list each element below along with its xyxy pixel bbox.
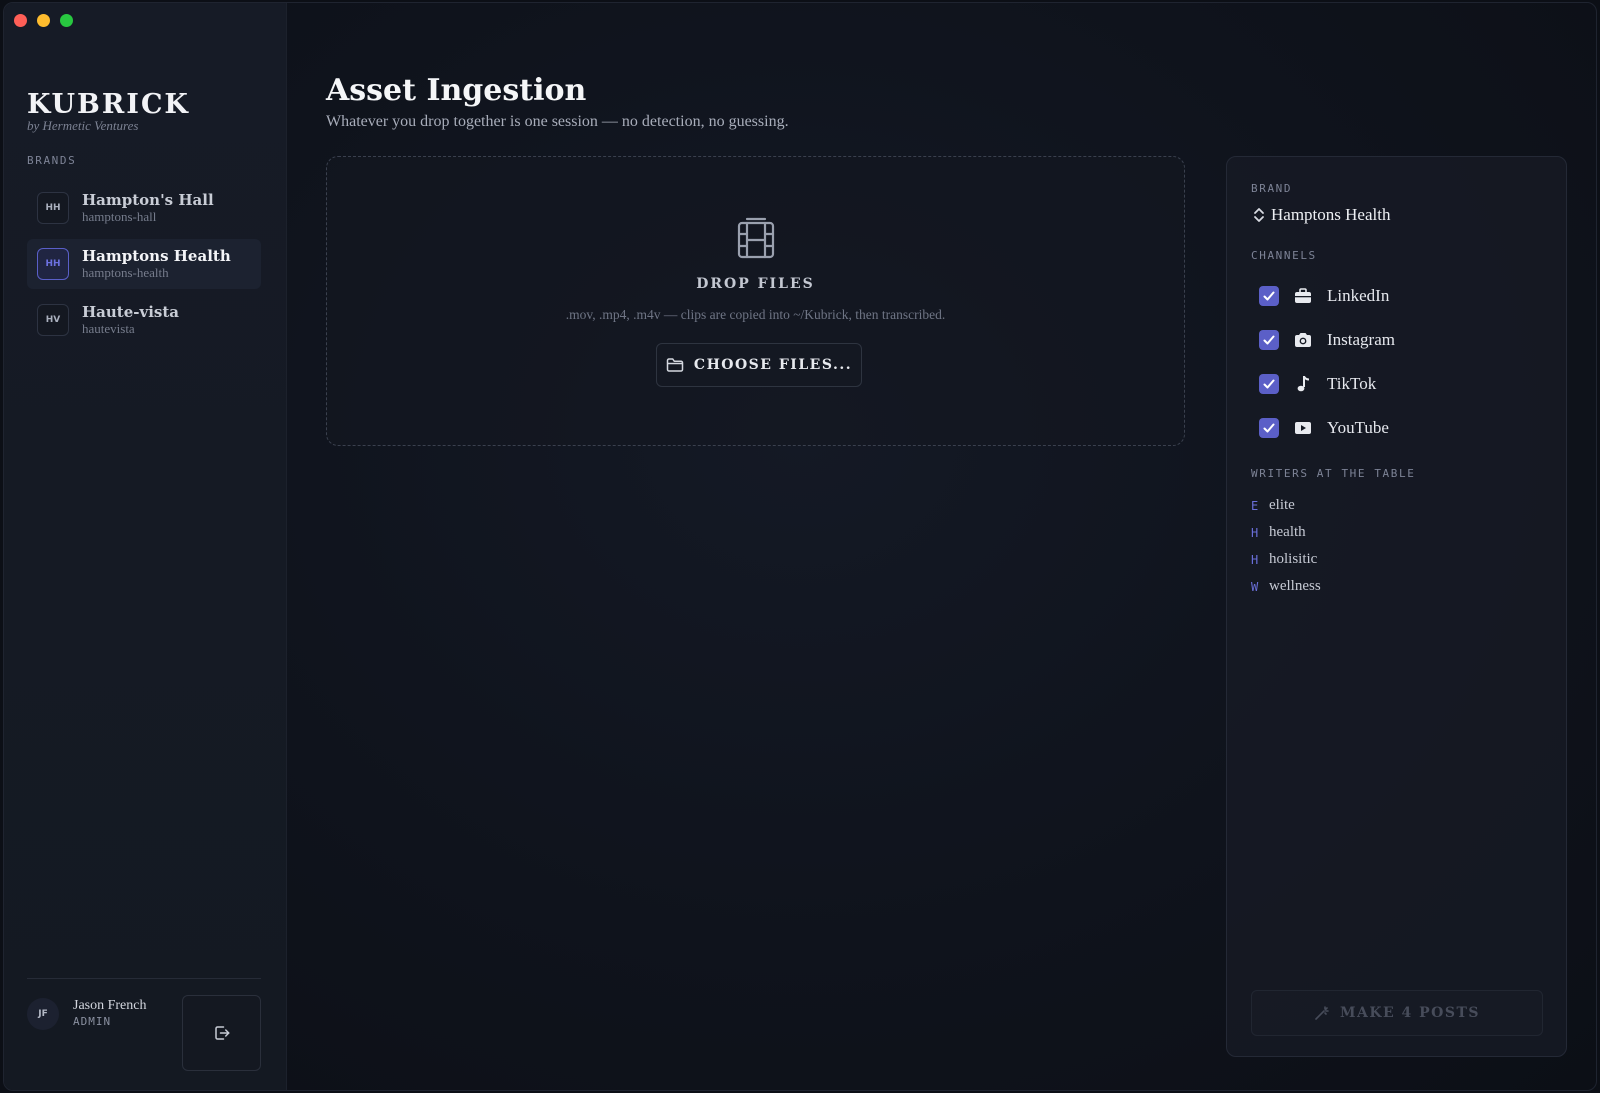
writer-initial: H — [1251, 525, 1259, 540]
close-window-button[interactable] — [14, 14, 27, 27]
magic-wand-icon — [1315, 1006, 1329, 1020]
brand-name: Hamptons Health — [82, 247, 231, 265]
camera-icon — [1293, 330, 1313, 350]
dropzone-hint: .mov, .mp4, .m4v — clips are copied into… — [565, 307, 946, 322]
make-posts-button[interactable]: MAKE 4 POSTS — [1251, 990, 1543, 1036]
check-icon — [1263, 379, 1275, 389]
app-window: KUBRICK by Hermetic Ventures BRANDS HH H… — [3, 2, 1597, 1091]
brand-slug: hautevista — [82, 321, 135, 336]
sidebar-item-hamptons-hall[interactable]: HH Hampton's Hall hamptons-hall — [27, 183, 261, 233]
sidebar-item-haute-vista[interactable]: HV Haute-vista hautevista — [27, 295, 261, 345]
writer-name: elite — [1269, 497, 1295, 513]
brand-select[interactable]: Hamptons Health — [1253, 205, 1390, 225]
channel-youtube[interactable]: YouTube — [1259, 406, 1395, 450]
logout-button[interactable] — [182, 995, 261, 1071]
writer-initial: E — [1251, 498, 1259, 513]
app-logo: KUBRICK by Hermetic Ventures — [27, 89, 190, 134]
play-icon — [1293, 418, 1313, 438]
brand-section-label: BRAND — [1251, 182, 1293, 195]
window-controls — [14, 14, 73, 27]
settings-panel: BRAND Hamptons Health CHANNELS LinkedIn — [1226, 156, 1567, 1057]
brands-section-label: BRANDS — [27, 154, 77, 167]
writer-name: health — [1269, 524, 1306, 540]
chevron-up-down-icon — [1254, 208, 1264, 222]
brand-list: HH Hampton's Hall hamptons-hall HH Hampt… — [27, 183, 261, 351]
writers-section-label: WRITERS AT THE TABLE — [1251, 467, 1416, 480]
briefcase-icon — [1293, 286, 1313, 306]
channel-checkbox[interactable] — [1259, 374, 1279, 394]
writer-name: wellness — [1269, 578, 1321, 594]
writer-initial: W — [1251, 579, 1259, 594]
file-dropzone[interactable]: DROP FILES .mov, .mp4, .m4v — clips are … — [326, 156, 1185, 446]
logout-icon — [214, 1026, 229, 1040]
check-icon — [1263, 335, 1275, 345]
user-role: ADMIN — [73, 1015, 112, 1028]
channel-checkbox[interactable] — [1259, 418, 1279, 438]
page-subtitle: Whatever you drop together is one sessio… — [326, 113, 789, 130]
music-note-icon — [1293, 374, 1313, 394]
channel-checkbox[interactable] — [1259, 286, 1279, 306]
folder-icon — [666, 358, 684, 372]
user-profile: JF Jason French ADMIN — [27, 998, 147, 1030]
list-item: W wellness — [1251, 573, 1321, 600]
list-item: E elite — [1251, 492, 1321, 519]
channel-linkedin[interactable]: LinkedIn — [1259, 274, 1395, 318]
maximize-window-button[interactable] — [60, 14, 73, 27]
writer-name: holisitic — [1269, 551, 1318, 567]
channels-section-label: CHANNELS — [1251, 249, 1317, 262]
check-icon — [1263, 423, 1275, 433]
make-posts-label: MAKE 4 POSTS — [1339, 1005, 1481, 1021]
brand-select-value: Hamptons Health — [1271, 205, 1391, 224]
channel-label: YouTube — [1327, 418, 1389, 437]
brand-slug: hamptons-health — [82, 265, 169, 280]
channel-instagram[interactable]: Instagram — [1259, 318, 1395, 362]
writer-initial: H — [1251, 552, 1259, 567]
sidebar-item-hamptons-health[interactable]: HH Hamptons Health hamptons-health — [27, 239, 261, 289]
dropzone-title: DROP FILES — [696, 276, 815, 292]
avatar: JF — [27, 998, 59, 1030]
film-icon — [737, 217, 775, 259]
app-tagline: by Hermetic Ventures — [27, 118, 139, 133]
user-name: Jason French — [73, 998, 147, 1013]
list-item: H health — [1251, 519, 1321, 546]
choose-files-label: CHOOSE FILES... — [693, 357, 853, 373]
brand-name: Haute-vista — [82, 303, 180, 321]
page-title: Asset Ingestion — [326, 73, 587, 108]
app-name: KUBRICK — [27, 89, 190, 120]
sidebar-divider — [27, 978, 261, 979]
writer-list: E elite H health H holisitic W wellness — [1251, 492, 1321, 600]
minimize-window-button[interactable] — [37, 14, 50, 27]
sidebar: KUBRICK by Hermetic Ventures BRANDS HH H… — [4, 3, 287, 1090]
channel-label: Instagram — [1327, 330, 1395, 349]
channel-checkbox[interactable] — [1259, 330, 1279, 350]
brand-badge: HV — [37, 304, 69, 336]
channel-label: TikTok — [1327, 374, 1377, 393]
check-icon — [1263, 291, 1275, 301]
brand-badge: HH — [37, 248, 69, 280]
brand-slug: hamptons-hall — [82, 209, 157, 224]
channel-list: LinkedIn Instagram TikTok YouTube — [1259, 274, 1395, 450]
list-item: H holisitic — [1251, 546, 1321, 573]
brand-badge: HH — [37, 192, 69, 224]
channel-label: LinkedIn — [1327, 286, 1390, 305]
channel-tiktok[interactable]: TikTok — [1259, 362, 1395, 406]
brand-name: Hampton's Hall — [82, 191, 214, 209]
choose-files-button[interactable]: CHOOSE FILES... — [656, 343, 862, 387]
